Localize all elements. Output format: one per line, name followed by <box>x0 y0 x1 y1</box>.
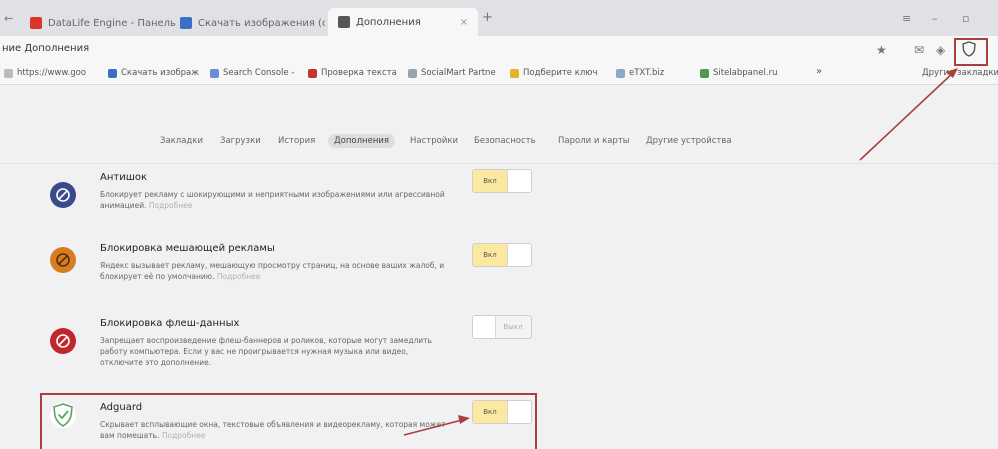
arrowhead-icon <box>458 415 470 424</box>
arrow-to-adguard-toggle <box>403 418 467 436</box>
arrowhead-icon <box>946 68 958 78</box>
annotation-arrows <box>403 68 958 436</box>
arrow-to-shield <box>859 70 956 161</box>
